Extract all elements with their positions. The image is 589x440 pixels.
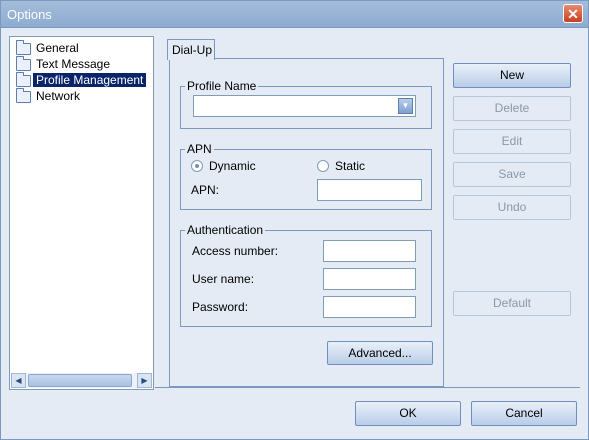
- delete-button[interactable]: Delete: [453, 96, 571, 121]
- chevron-down-icon[interactable]: ▼: [398, 98, 413, 114]
- advanced-button[interactable]: Advanced...: [327, 341, 433, 365]
- tree-item-label: General: [36, 41, 79, 55]
- apn-input[interactable]: [317, 179, 422, 201]
- cancel-button[interactable]: Cancel: [471, 401, 577, 426]
- static-radio[interactable]: [317, 160, 329, 172]
- save-button[interactable]: Save: [453, 162, 571, 187]
- password-input[interactable]: [323, 296, 416, 318]
- tree-item-text-message[interactable]: Text Message: [12, 56, 111, 72]
- scroll-right-icon[interactable]: ▶: [137, 373, 152, 388]
- separator: [155, 387, 580, 388]
- profile-name-legend: Profile Name: [187, 79, 257, 93]
- open-folder-icon: [16, 72, 31, 87]
- user-name-label: User name:: [192, 272, 255, 286]
- scroll-left-icon[interactable]: ◀: [11, 373, 26, 388]
- tab-dial-up[interactable]: Dial-Up: [167, 39, 215, 60]
- authentication-legend: Authentication: [187, 223, 264, 237]
- tree-item-label: Profile Management: [33, 73, 147, 87]
- dynamic-label: Dynamic: [209, 159, 256, 173]
- tree-item-label: Network: [36, 89, 81, 103]
- folder-icon: [16, 56, 31, 71]
- close-button[interactable]: ✕: [563, 4, 583, 23]
- folder-icon: [16, 88, 31, 103]
- profile-name-combo[interactable]: ▼: [193, 95, 416, 117]
- dynamic-radio[interactable]: [191, 160, 203, 172]
- default-button[interactable]: Default: [453, 291, 571, 316]
- password-label: Password:: [192, 300, 249, 314]
- title-bar[interactable]: Options ✕: [1, 1, 588, 28]
- static-label: Static: [335, 159, 366, 173]
- user-name-input[interactable]: [323, 268, 416, 290]
- horizontal-scrollbar[interactable]: ◀ ▶: [11, 373, 152, 388]
- options-window: Options ✕ General Text Message Profile M…: [0, 0, 589, 440]
- category-tree: General Text Message Profile Management …: [9, 36, 154, 390]
- new-button[interactable]: New: [453, 63, 571, 88]
- undo-button[interactable]: Undo: [453, 195, 571, 220]
- window-title: Options: [7, 7, 52, 22]
- tree-item-general[interactable]: General: [12, 40, 79, 56]
- apn-field-label: APN:: [191, 183, 220, 197]
- scrollbar-thumb[interactable]: [28, 374, 132, 387]
- access-number-label: Access number:: [192, 244, 279, 258]
- tree-item-label: Text Message: [36, 57, 111, 71]
- edit-button[interactable]: Edit: [453, 129, 571, 154]
- access-number-input[interactable]: [323, 240, 416, 262]
- tree-item-network[interactable]: Network: [12, 88, 81, 104]
- folder-icon: [16, 40, 31, 55]
- apn-legend: APN: [187, 142, 212, 156]
- tree-item-profile-management[interactable]: Profile Management: [12, 72, 147, 88]
- ok-button[interactable]: OK: [355, 401, 461, 426]
